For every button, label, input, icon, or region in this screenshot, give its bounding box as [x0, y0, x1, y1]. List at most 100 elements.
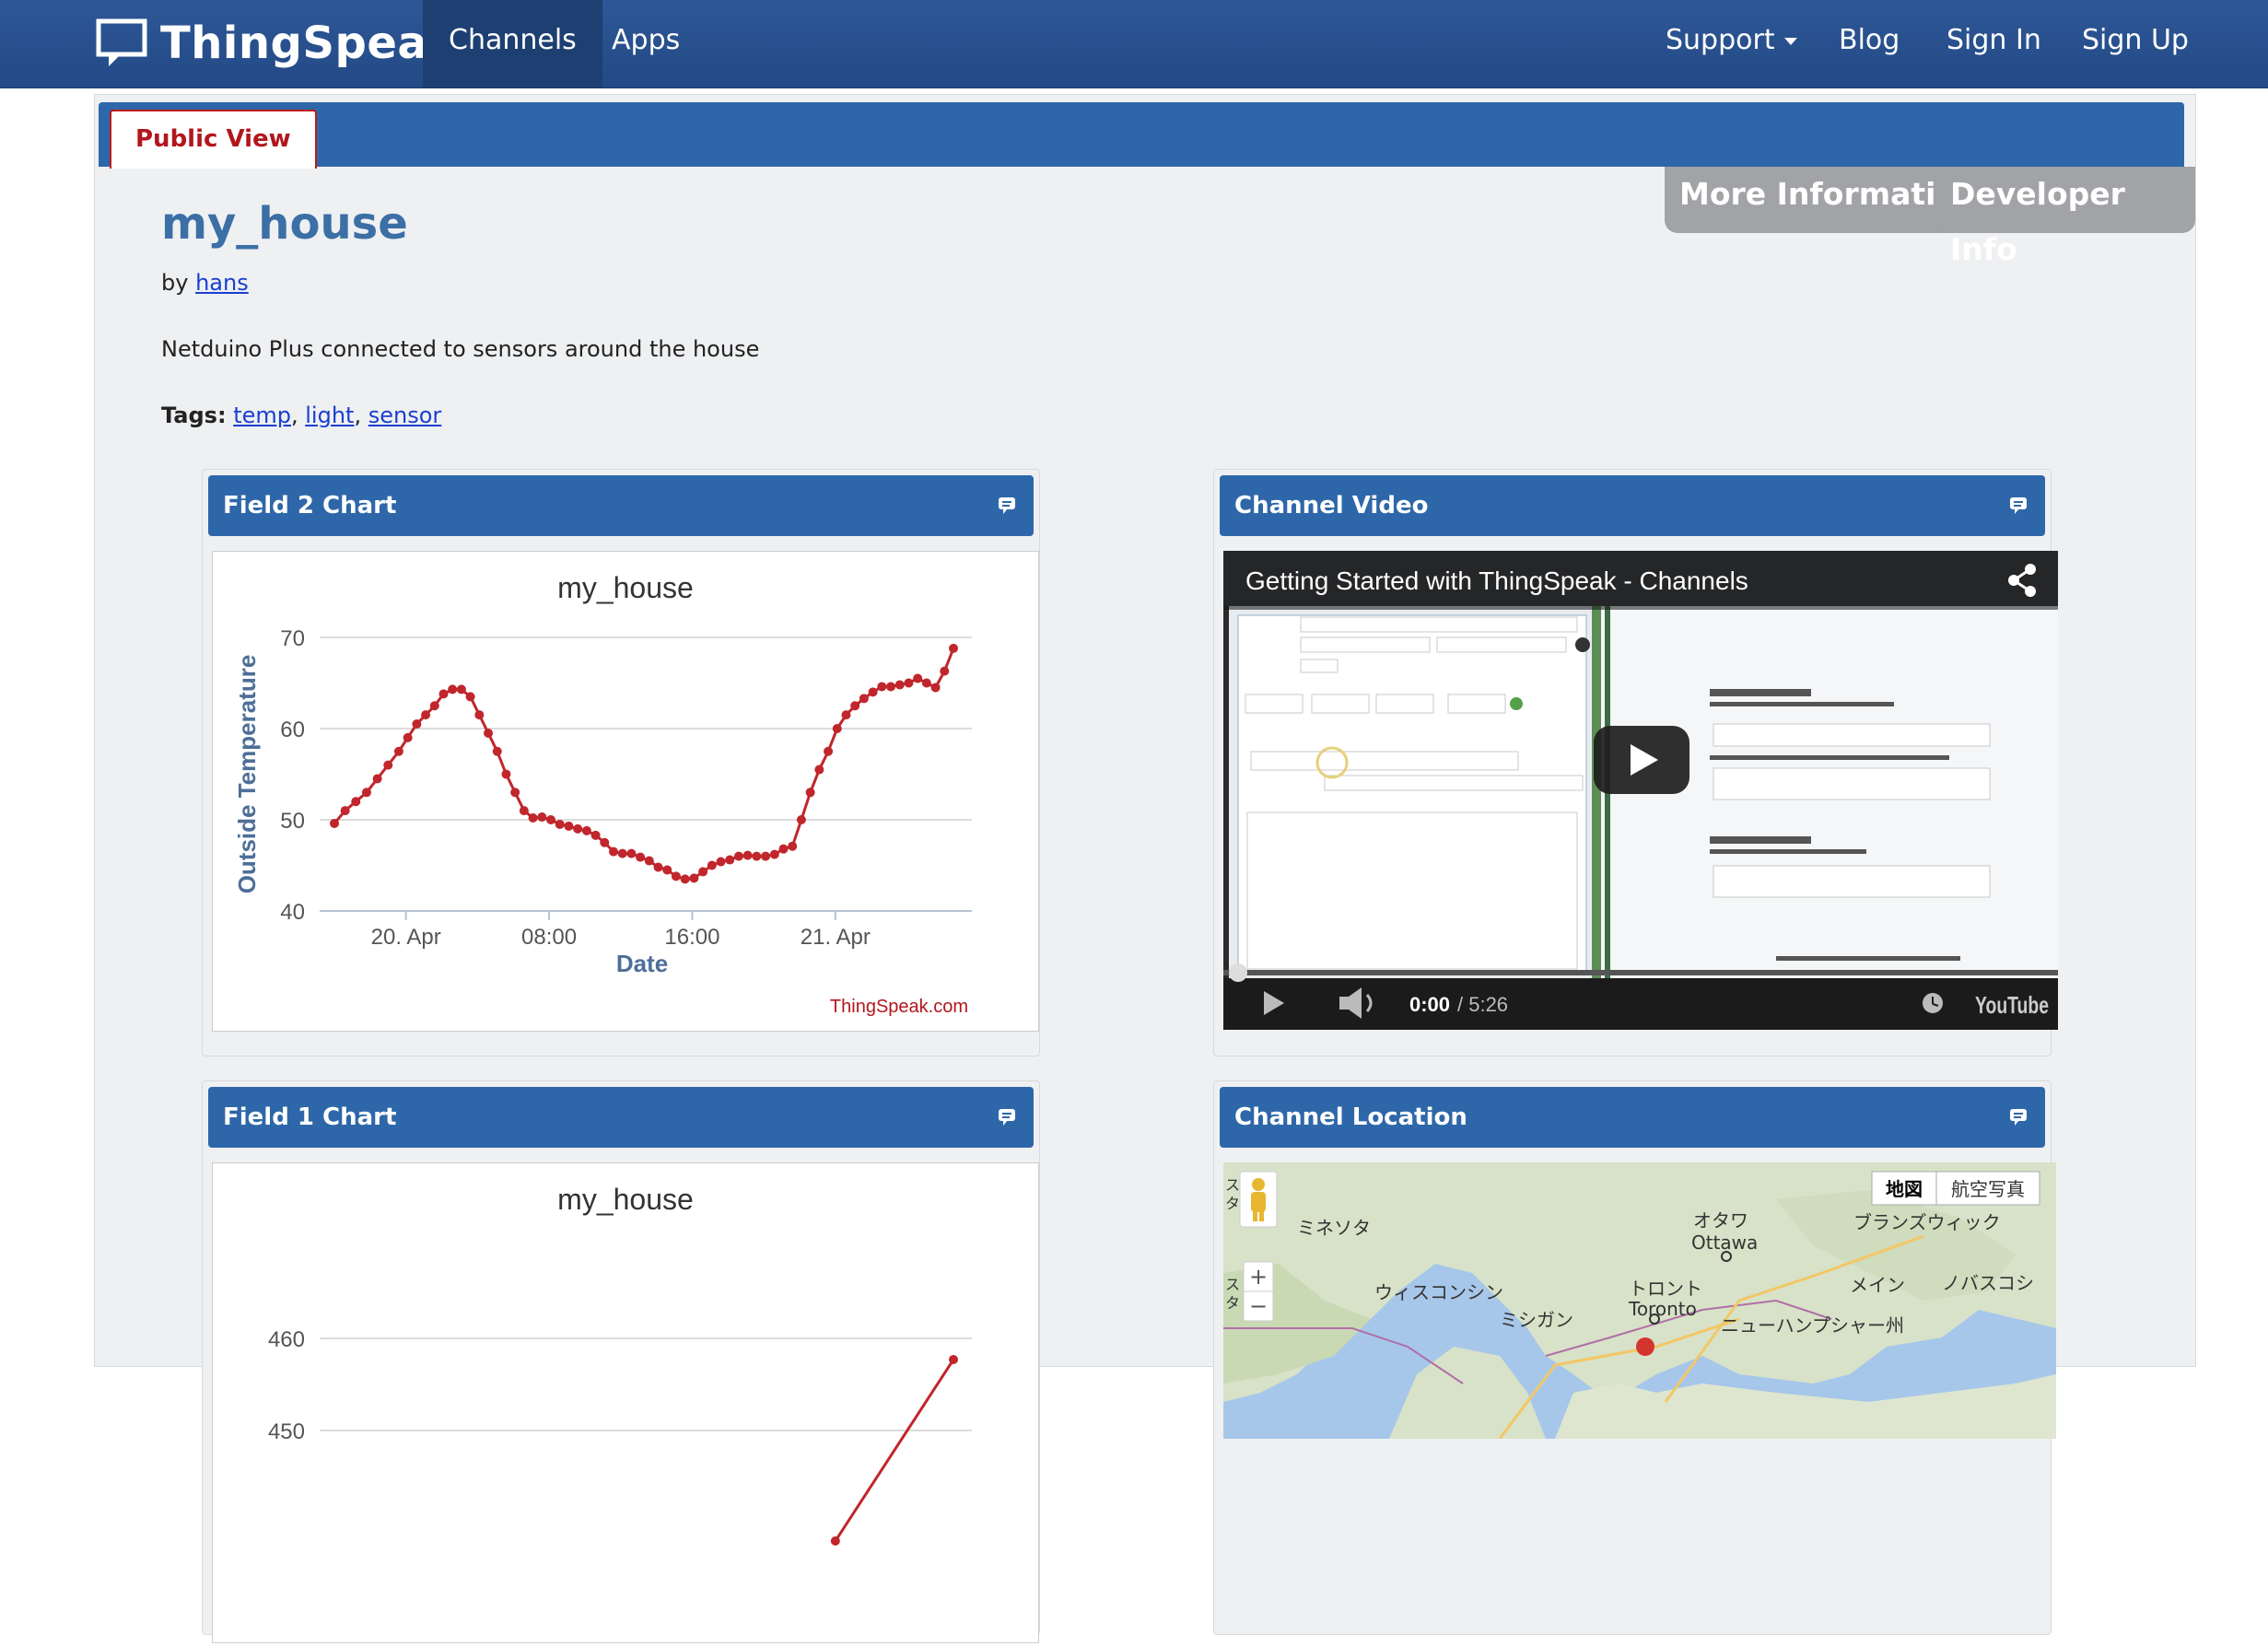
data-point — [555, 819, 565, 829]
data-point — [330, 818, 339, 828]
comment-icon[interactable] — [2008, 496, 2028, 516]
data-point — [841, 710, 851, 720]
data-point — [636, 852, 646, 862]
nav-blog[interactable]: Blog — [1813, 0, 1925, 88]
zoom-in-button[interactable]: + — [1249, 1264, 1268, 1290]
data-point — [949, 643, 958, 653]
field2-chart-panel: Field 2 Chart my_house 40 50 60 70 20. Apr 08:… — [202, 469, 1040, 1056]
x-tick-label: 08:00 — [521, 925, 577, 950]
video-title[interactable]: Getting Started with ThingSpeak - Channe… — [1245, 566, 1748, 595]
data-point — [680, 874, 690, 884]
map-type-satellite-button[interactable]: 航空写真 — [1951, 1178, 2025, 1200]
panel-header: Channel Video — [1220, 475, 2045, 536]
location-map[interactable]: ミネソタ オタワ Ottawa ブランズウィック ウィスコンシン トロント To… — [1223, 1162, 2056, 1439]
developer-info-button[interactable]: Developer Info — [1935, 167, 2195, 267]
data-point — [519, 806, 529, 816]
map-label-toronto-jp: トロント — [1629, 1278, 1702, 1300]
data-point — [465, 692, 475, 702]
top-navbar: ThingSpeak Channels Apps Support Blog Si… — [0, 0, 2268, 88]
data-point — [528, 813, 538, 823]
data-point — [340, 806, 350, 816]
y-tick-label: 40 — [280, 900, 305, 925]
data-point — [868, 687, 878, 697]
video-player[interactable]: Getting Started with ThingSpeak - Channe… — [1223, 551, 2058, 1030]
data-point — [778, 844, 789, 854]
video-frame: Getting Started with ThingSpeak - Channe… — [1223, 551, 2058, 1030]
nav-support[interactable]: Support — [1640, 0, 1823, 88]
brand-link[interactable]: ThingSpeak — [96, 13, 458, 74]
data-point — [707, 860, 717, 870]
nav-sign-up[interactable]: Sign Up — [2056, 0, 2215, 88]
pegman-icon[interactable] — [1239, 1171, 1278, 1228]
map-label-wisconsin: ウィスコンシン — [1374, 1281, 1503, 1303]
tab-public-view[interactable]: Public View — [110, 110, 317, 169]
map-label-nova-scotia: ノバスコシ — [1942, 1272, 2034, 1294]
data-point — [383, 760, 393, 770]
clock-icon[interactable] — [1923, 993, 1943, 1013]
data-point — [429, 701, 439, 711]
tag-link[interactable]: temp — [233, 403, 291, 428]
map-type-map-button[interactable]: 地図 — [1886, 1178, 1923, 1200]
nav-support-label: Support — [1666, 24, 1775, 56]
map-label-maine: メイン — [1850, 1274, 1905, 1296]
map-label-ottawa-jp: オタワ — [1693, 1209, 1748, 1232]
data-point — [361, 788, 371, 798]
tag-link[interactable]: light — [305, 403, 354, 428]
data-point — [484, 728, 494, 738]
author-link[interactable]: hans — [195, 270, 249, 296]
youtube-logo[interactable]: YouTube — [1975, 991, 2049, 1019]
data-point — [761, 851, 771, 861]
data-point — [830, 1536, 840, 1546]
data-point — [850, 701, 860, 711]
tag-link[interactable]: sensor — [368, 403, 442, 428]
data-point — [351, 797, 361, 807]
comment-icon[interactable] — [997, 496, 1017, 516]
nav-sign-in[interactable]: Sign In — [1921, 0, 2067, 88]
data-point — [590, 830, 601, 840]
data-point — [859, 694, 869, 704]
data-point — [501, 769, 511, 779]
series-line — [333, 648, 955, 881]
data-point — [403, 732, 413, 742]
data-point — [725, 855, 735, 865]
chart-title: my_house — [557, 1183, 694, 1216]
comment-icon[interactable] — [997, 1107, 1017, 1127]
data-point — [886, 682, 896, 692]
data-point — [742, 850, 753, 860]
brand-name: ThingSpeak — [160, 18, 458, 69]
by-label: by — [161, 270, 189, 296]
data-point — [698, 867, 708, 877]
data-point — [626, 848, 637, 858]
data-point — [921, 678, 931, 688]
data-point — [510, 788, 520, 798]
nav-channels[interactable]: Channels — [423, 0, 602, 88]
data-point — [930, 683, 941, 693]
panel-title: Field 2 Chart — [223, 492, 397, 519]
zoom-label: タ — [1225, 1294, 1240, 1312]
data-point — [824, 746, 834, 756]
x-axis-label: Date — [616, 950, 668, 977]
x-tick-label: 21. Apr — [801, 925, 871, 950]
chart-title: my_house — [557, 571, 694, 604]
panel-title: Channel Video — [1234, 492, 1429, 519]
data-point — [769, 849, 779, 859]
data-point — [617, 848, 627, 858]
comment-icon[interactable] — [2008, 1107, 2028, 1127]
data-point — [653, 862, 663, 872]
data-point — [412, 719, 422, 730]
field2-chart[interactable]: my_house 40 50 60 70 20. Apr 08:00 16:00 21. Apr… — [213, 552, 1038, 1031]
data-point — [904, 678, 914, 688]
data-point — [949, 1355, 958, 1364]
pegman-label: ス — [1225, 1176, 1240, 1194]
nav-apps[interactable]: Apps — [586, 0, 706, 88]
data-point — [474, 710, 485, 720]
zoom-out-button[interactable]: − — [1249, 1293, 1268, 1319]
data-point — [564, 821, 574, 831]
field1-chart-box: my_house 450 460 — [212, 1162, 1039, 1643]
data-point — [448, 684, 458, 695]
data-point — [805, 788, 815, 798]
field1-chart[interactable]: my_house 450 460 — [213, 1163, 1038, 1642]
thingspeak-logo-icon — [96, 18, 147, 66]
play-icon[interactable] — [1594, 726, 1689, 794]
panel-title: Channel Location — [1234, 1103, 1467, 1131]
